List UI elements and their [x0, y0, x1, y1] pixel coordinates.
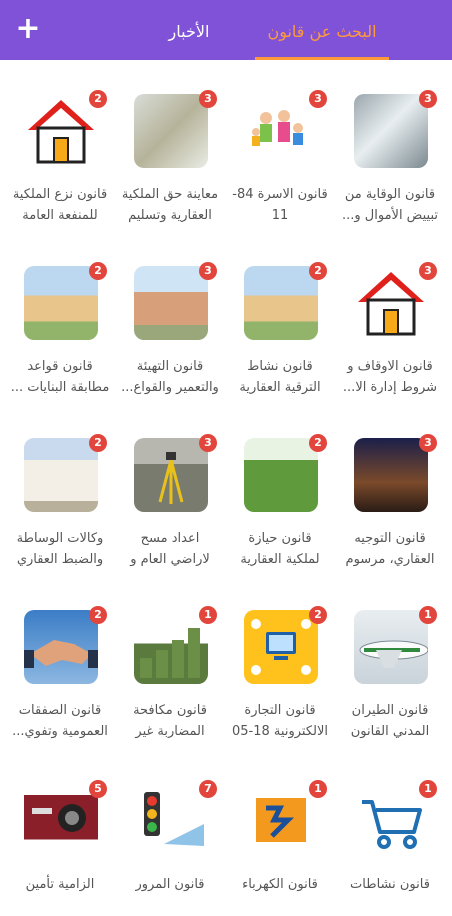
law-card[interactable]: 3 قانون الوقاية من تبييض الأموال و... — [336, 62, 444, 223]
law-card[interactable]: 1 قانون الكهرباء — [226, 752, 334, 912]
house-icon — [24, 94, 98, 168]
survey-tripod-thumbnail — [134, 438, 208, 512]
law-title: وكالات الوساطة والضبط العقاري — [16, 531, 104, 567]
law-title: قانون التهيئة والتعمير والقواع... — [121, 359, 219, 395]
law-title: اعداد مسح لاراضي العام و ت... — [130, 531, 210, 567]
law-title: قانون الطيران المدني القانون ...9 — [350, 703, 430, 739]
night-building-thumbnail — [354, 438, 428, 512]
law-title: قانون حيازة لملكية العقارية ال... — [240, 531, 320, 567]
count-badge: 1 — [419, 606, 437, 624]
law-title: قانون الاسرة 84-11 — [232, 187, 328, 223]
villa-thumbnail — [244, 266, 318, 340]
app-bar: + الأخبار البحث عن قانون — [0, 0, 452, 60]
tab-news[interactable]: الأخبار — [150, 20, 228, 44]
law-card[interactable]: 2 قانون نشاط الترقية العقارية — [226, 234, 334, 395]
family-thumbnail — [244, 94, 318, 168]
house-icon — [354, 266, 428, 340]
sonelgaz-logo — [244, 784, 318, 858]
law-grid: 3 قانون الوقاية من تبييض الأموال و... 3 … — [0, 62, 452, 900]
law-card[interactable]: 2 قانون قواعد مطابقة البنايات ... — [6, 234, 114, 395]
law-card[interactable]: 3 قانون التوجيه العقاري، مرسوم ا... — [336, 406, 444, 567]
law-title: الزامية تأمين — [25, 877, 95, 892]
count-badge: 2 — [309, 262, 327, 280]
law-card[interactable]: 1 قانون الطيران المدني القانون ...9 — [336, 578, 444, 739]
law-card[interactable]: 7 قانون المرور — [116, 752, 224, 912]
law-title: قانون المرور — [135, 877, 205, 892]
count-badge: 1 — [199, 606, 217, 624]
law-title: قانون التوجيه العقاري، مرسوم ا... — [345, 531, 435, 567]
traffic-light-thumbnail — [134, 784, 208, 858]
field-thumbnail — [244, 438, 318, 512]
law-card[interactable]: 5 الزامية تأمين — [6, 752, 114, 912]
add-icon[interactable]: + — [14, 14, 42, 44]
count-badge: 7 — [199, 780, 217, 798]
law-title: قانون نشاطات — [350, 877, 430, 892]
car-thumbnail — [24, 784, 98, 858]
count-badge: 3 — [199, 90, 217, 108]
count-badge: 2 — [89, 90, 107, 108]
law-card[interactable]: 3 اعداد مسح لاراضي العام و ت... — [116, 406, 224, 567]
count-badge: 2 — [89, 262, 107, 280]
law-card[interactable]: 2 قانون حيازة لملكية العقارية ال... — [226, 406, 334, 567]
law-title: قانون التجارة الالكترونية 18-05 — [232, 703, 328, 739]
active-tab-indicator — [255, 57, 389, 60]
count-badge: 3 — [419, 90, 437, 108]
count-badge: 3 — [419, 434, 437, 452]
count-badge: 5 — [89, 780, 107, 798]
law-card[interactable]: 1 قانون نشاطات — [336, 752, 444, 912]
law-card[interactable]: 2 قانون التجارة الالكترونية 18-05 — [226, 578, 334, 739]
white-building-thumbnail — [24, 438, 98, 512]
count-badge: 1 — [419, 780, 437, 798]
count-badge: 3 — [199, 434, 217, 452]
apartment-building-thumbnail — [134, 266, 208, 340]
money-thumbnail — [354, 94, 428, 168]
law-title: قانون الكهرباء — [242, 877, 318, 892]
law-title: قانون نشاط الترقية العقارية — [239, 359, 321, 395]
count-badge: 3 — [419, 262, 437, 280]
count-badge: 2 — [89, 434, 107, 452]
law-title: قانون الاوقاف و شروط إدارة الا... — [342, 359, 438, 395]
airplane-thumbnail — [354, 610, 428, 684]
law-card[interactable]: 3 قانون الاسرة 84-11 — [226, 62, 334, 223]
law-card[interactable]: 2 وكالات الوساطة والضبط العقاري — [6, 406, 114, 567]
law-title: معاينة حق الملكية العقارية وتسليم ... — [121, 187, 219, 223]
law-title: قانون قواعد مطابقة البنايات ... — [10, 359, 110, 395]
count-badge: 2 — [309, 606, 327, 624]
law-card[interactable]: 3 قانون التهيئة والتعمير والقواع... — [116, 234, 224, 395]
law-card[interactable]: 1 قانون مكافحة المضاربة غير الم... — [116, 578, 224, 739]
law-card[interactable]: 3 قانون الاوقاف و شروط إدارة الا... — [336, 234, 444, 395]
law-card[interactable]: 3 معاينة حق الملكية العقارية وتسليم ... — [116, 62, 224, 223]
cash-stacks-thumbnail — [134, 610, 208, 684]
handshake-thumbnail — [24, 610, 98, 684]
law-title: قانون مكافحة المضاربة غير الم... — [133, 703, 207, 739]
count-badge: 1 — [309, 780, 327, 798]
law-title: قانون نزع الملكية للمنفعة العامة — [12, 187, 108, 223]
count-badge: 2 — [89, 606, 107, 624]
count-badge: 3 — [309, 90, 327, 108]
count-badge: 3 — [199, 262, 217, 280]
tab-law-search[interactable]: البحث عن قانون — [255, 20, 389, 44]
villa-thumbnail — [24, 266, 98, 340]
law-card[interactable]: 2 قانون الصفقات العمومية وتفوي... — [6, 578, 114, 739]
law-card[interactable]: 2 قانون نزع الملكية للمنفعة العامة — [6, 62, 114, 223]
count-badge: 2 — [309, 434, 327, 452]
cart-icon — [354, 784, 428, 858]
law-title: قانون الصفقات العمومية وتفوي... — [12, 703, 108, 739]
law-title: قانون الوقاية من تبييض الأموال و... — [341, 187, 438, 223]
paperwork-thumbnail — [134, 94, 208, 168]
ecommerce-thumbnail — [244, 610, 318, 684]
